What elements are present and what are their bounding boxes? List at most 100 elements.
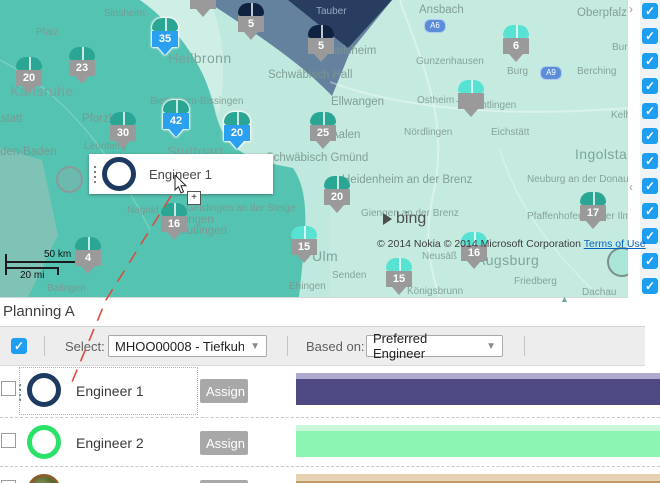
pin-tail — [244, 32, 258, 40]
map-pin[interactable]: 20 — [324, 176, 350, 213]
engineer-drag-card[interactable]: Engineer 1 — [89, 154, 273, 194]
engineer-visibility-checkbox[interactable]: ✓ — [642, 78, 658, 94]
engineer-visibility-checkbox[interactable]: ✓ — [642, 103, 658, 119]
pin-tail — [81, 266, 95, 274]
engineer-visibility-checkbox[interactable]: ✓ — [642, 178, 658, 194]
order-select-dropdown[interactable]: MHOO00008 - Tiefkuhl G ▼ — [108, 335, 267, 357]
map-city-label: Königsbrunn — [407, 286, 463, 297]
based-on-value: Preferred Engineer — [373, 331, 480, 361]
pin-top — [291, 226, 317, 239]
pin-tail — [330, 205, 344, 213]
map-city-label: Pfaffenhofen an der Ilm — [527, 211, 628, 222]
chevron-left-icon[interactable]: ‹ — [629, 181, 633, 193]
engineer-visibility-checkbox[interactable]: ✓ — [642, 28, 658, 44]
map-pin[interactable]: 17 — [580, 192, 606, 229]
engineer-row-checkbox[interactable] — [1, 433, 16, 448]
map-city-label: Ellwangen — [331, 96, 384, 108]
map-canvas[interactable]: SinsheimHeilbronnSchwäbisch HallKarlsruh… — [0, 0, 628, 298]
map-pin[interactable]: 20 — [16, 57, 42, 94]
map-pin[interactable]: 23 — [69, 47, 95, 84]
engineer-visibility-checkbox[interactable]: ✓ — [642, 53, 658, 69]
pin-top — [152, 18, 178, 31]
pin-count-label: 25 — [310, 125, 336, 141]
map-pin[interactable]: 42 — [163, 100, 189, 137]
pin-tail — [392, 287, 406, 295]
map-pin[interactable]: 25 — [310, 112, 336, 149]
pin-count-label: 30 — [110, 125, 136, 141]
map-splitter[interactable]: › ‹ — [628, 0, 640, 297]
assign-button[interactable]: Assign — [200, 431, 248, 455]
pin-top — [161, 203, 187, 216]
map-pin[interactable] — [458, 80, 484, 117]
assign-button[interactable]: Assign — [200, 379, 248, 403]
pin-count-label: 20 — [324, 189, 350, 205]
map-pin[interactable]: 15 — [386, 258, 412, 295]
pin-count-label: 20 — [16, 70, 42, 86]
drag-copy-plus-icon: + — [187, 191, 201, 205]
pin-top — [503, 25, 529, 38]
chevron-right-icon[interactable]: › — [629, 3, 633, 15]
pin-top — [16, 57, 42, 70]
map-city-label: Sinsheim — [104, 8, 145, 19]
engineer-row: Engineer 1Assign — [0, 366, 660, 418]
map-pin[interactable]: 6 — [503, 25, 529, 62]
select-all-checkbox[interactable]: ✓ — [11, 338, 27, 354]
app-window: SinsheimHeilbronnSchwäbisch HallKarlsruh… — [0, 0, 660, 483]
engineer-visibility-checkbox[interactable]: ✓ — [642, 203, 658, 219]
map-city-label: Rastatt — [0, 113, 22, 125]
engineer-visibility-checkbox[interactable]: ✓ — [642, 278, 658, 294]
map-pin[interactable] — [190, 0, 216, 17]
panel-collapse-arrow-icon[interactable]: ▲ — [560, 294, 569, 304]
map-pin[interactable]: 5 — [308, 25, 334, 62]
map-city-label: Baden-Baden — [0, 146, 56, 158]
pin-top — [580, 192, 606, 205]
pin-count-label: 17 — [580, 205, 606, 221]
based-on-dropdown[interactable]: Preferred Engineer ▼ — [366, 335, 503, 357]
engineer-visibility-checkbox[interactable]: ✓ — [642, 253, 658, 269]
map-city-label: Geislingen an der Steige — [186, 203, 296, 214]
map-city-label: Schwäbisch Gmünd — [266, 152, 368, 164]
map-pin[interactable]: 16 — [161, 203, 187, 240]
map-city-label: Gunzenhausen — [416, 56, 484, 67]
map-city-label: Burg — [507, 66, 528, 77]
pin-tail — [314, 54, 328, 62]
engineer-visibility-checkbox[interactable]: ✓ — [642, 153, 658, 169]
engineer-visibility-checkbox[interactable]: ✓ — [642, 128, 658, 144]
chevron-down-icon: ▼ — [244, 341, 260, 352]
map-pin[interactable]: 35 — [152, 18, 178, 55]
planning-toolbar: ✓ Select: MHOO00008 - Tiefkuhl G ▼ Based… — [0, 326, 645, 366]
drag-handle-icon[interactable] — [94, 166, 96, 183]
pin-count-label — [190, 0, 216, 9]
map-city-label: Ingolstadt — [575, 146, 628, 162]
map-city-label: Dachau — [582, 287, 616, 298]
pin-top — [75, 237, 101, 250]
terms-of-use-link[interactable]: Terms of Use — [584, 238, 646, 250]
map-pin[interactable]: 5 — [238, 3, 264, 40]
pin-top — [238, 3, 264, 16]
pin-top — [458, 80, 484, 93]
map-pin[interactable]: 30 — [110, 112, 136, 149]
select-label: Select: — [65, 339, 105, 354]
map-pin[interactable]: 20 — [224, 112, 250, 149]
pin-tail — [22, 86, 36, 94]
engineer-visibility-checkbox[interactable]: ✓ — [642, 3, 658, 19]
row-separator — [0, 417, 660, 418]
map-pin[interactable]: 15 — [291, 226, 317, 263]
map-copyright: © 2014 Nokia © 2014 Microsoft Corporatio… — [377, 238, 646, 250]
map-city-label: Tauber — [316, 6, 347, 17]
pin-tail — [167, 232, 181, 240]
pin-tail — [467, 261, 481, 269]
pin-tail — [316, 141, 330, 149]
pin-tail — [158, 47, 172, 55]
engineer-row-checkbox[interactable] — [1, 381, 16, 396]
pin-tail — [297, 255, 311, 263]
order-select-value: MHOO00008 - Tiefkuhl G — [115, 339, 244, 354]
pin-top — [310, 112, 336, 125]
pin-tail — [464, 109, 478, 117]
pin-tail — [75, 76, 89, 84]
pin-count-label: 35 — [152, 31, 178, 47]
map-city-label: Nördlingen — [404, 127, 452, 138]
map-range-circle-left — [56, 166, 83, 193]
map-pin[interactable]: 4 — [75, 237, 101, 274]
pin-tail — [196, 9, 210, 17]
